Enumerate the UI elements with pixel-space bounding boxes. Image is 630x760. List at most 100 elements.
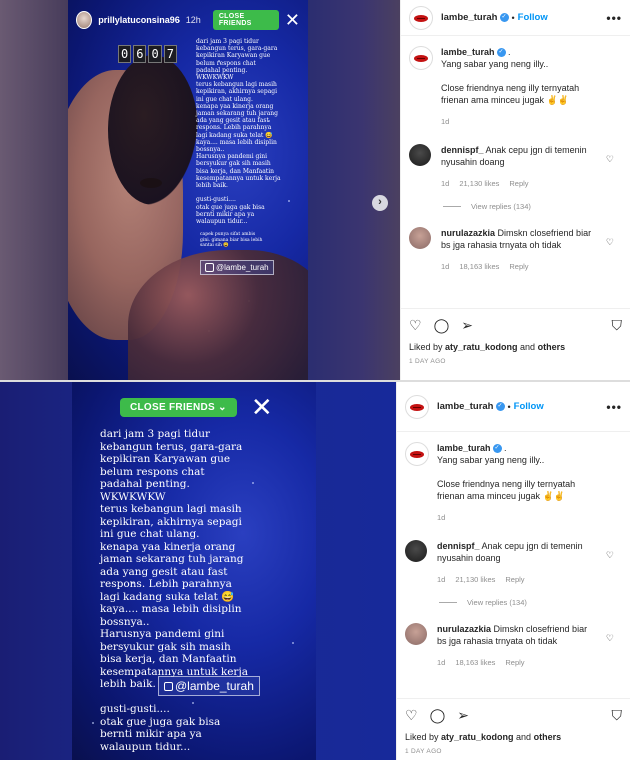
action-row: ♡ ◯ ➢ ⛉	[405, 707, 622, 724]
caption-avatar[interactable]	[409, 46, 433, 70]
caption-avatar[interactable]	[405, 442, 429, 466]
reply-button[interactable]: Reply	[509, 178, 528, 190]
story-avatar[interactable]	[76, 11, 93, 29]
story-small-text: capek punya sifat ambis gini. gimana bia…	[200, 232, 263, 248]
account-avatar[interactable]	[409, 5, 433, 30]
close-friends-badge[interactable]: CLOSE FRIENDS ⌄	[120, 397, 237, 417]
story-username[interactable]: prillylatuconsina96	[98, 15, 180, 25]
comment-age: 1d	[441, 262, 450, 271]
caption-line: Close friendnya neng illy ternyatah	[441, 83, 580, 93]
commenter-username[interactable]: dennispf_	[437, 541, 480, 551]
commenter-avatar[interactable]	[405, 540, 427, 562]
comment-icon[interactable]: ◯	[430, 707, 446, 724]
comment-like-icon[interactable]: ♡	[606, 154, 614, 165]
instagram-icon	[205, 263, 214, 273]
story-blur-right	[305, 0, 400, 380]
caption-body: lambe_turah ✓ . Yang sabar yang neng illy…	[441, 46, 579, 128]
view-replies-button[interactable]: View replies (134)	[401, 190, 630, 211]
caption-line: Close friendnya neng illy ternyatah	[437, 479, 576, 489]
close-friends-badge[interactable]: CLOSE FRIENDS	[212, 10, 279, 30]
commenter-username[interactable]: nurulazazkia	[437, 624, 491, 634]
comment-like-icon[interactable]: ♡	[606, 237, 614, 248]
next-story-button[interactable]: ›	[372, 195, 388, 211]
view-replies-button[interactable]: View replies (134)	[397, 586, 630, 607]
watermark-text: @lambe_turah	[216, 263, 269, 272]
liked-others[interactable]: others	[538, 342, 566, 352]
account-username[interactable]: lambe_turah	[441, 12, 498, 23]
story-time: 12h	[185, 15, 201, 25]
caption-age: 1d	[437, 513, 446, 522]
view-replies-label[interactable]: View replies (134)	[471, 202, 531, 211]
share-icon[interactable]: ➢	[457, 707, 469, 724]
person-eye-image	[140, 178, 162, 188]
liked-user[interactable]: aty_ratu_kodong	[445, 342, 518, 352]
commenter-avatar[interactable]	[405, 623, 427, 645]
story-card[interactable]: CLOSE FRIENDS ⌄ ✕ dari jam 3 pagi tidur …	[72, 382, 316, 760]
reply-button[interactable]: Reply	[505, 574, 524, 586]
story-text: dari jam 3 pagi tidur kebangun terus, ga…	[196, 38, 281, 226]
caption-gap	[437, 466, 575, 478]
like-icon[interactable]: ♡	[409, 317, 422, 334]
instagram-icon	[164, 682, 173, 692]
post-actions: ♡ ◯ ➢ ⛉ Liked by aty_ratu_kodong and oth…	[401, 308, 630, 365]
comment-item: nurulazazkia Dimskn closefriend biar bs …	[397, 607, 630, 669]
watermark: @lambe_turah	[158, 676, 260, 696]
story-blur-left	[0, 0, 70, 380]
comment-likes[interactable]: 21,130 likes	[455, 574, 495, 586]
commenter-avatar[interactable]	[409, 227, 431, 249]
comment-age: 1d	[437, 658, 446, 667]
close-icon[interactable]: ✕	[251, 394, 273, 420]
caption-line: Yang sabar yang neng illy..	[441, 59, 549, 69]
clock-sticker: 0 6 0 7	[118, 45, 177, 63]
post-actions: ♡ ◯ ➢ ⛉ Liked by aty_ratu_kodong and oth…	[397, 698, 630, 755]
commenter-username[interactable]: dennispf_	[441, 145, 484, 155]
watermark-text: @lambe_turah	[175, 679, 254, 693]
comment-like-icon[interactable]: ♡	[606, 633, 614, 644]
post-age: 1 DAY AGO	[409, 358, 446, 365]
reply-button[interactable]: Reply	[509, 261, 528, 273]
story-header: prillylatuconsina96 12h CLOSE FRIENDS ✕	[76, 10, 300, 30]
caption-line: Yang sabar yang neng illy..	[437, 455, 545, 465]
story-header: CLOSE FRIENDS ⌄ ✕	[120, 394, 273, 420]
replies-divider	[439, 602, 457, 603]
caption-username[interactable]: lambe_turah	[441, 47, 495, 57]
more-options-icon[interactable]: •••	[606, 11, 622, 25]
bookmark-icon[interactable]: ⛉	[612, 707, 623, 724]
follow-button[interactable]: Follow	[514, 401, 544, 412]
reply-button[interactable]: Reply	[505, 657, 524, 669]
bookmark-icon[interactable]: ⛉	[612, 317, 623, 334]
commenter-username[interactable]: nurulazazkia	[441, 228, 495, 238]
liked-user[interactable]: aty_ratu_kodong	[441, 732, 514, 742]
post-sidebar: lambe_turah ✓ • Follow ••• lambe_turah ✓ …	[396, 382, 630, 760]
story-card[interactable]: prillylatuconsina96 12h CLOSE FRIENDS ✕ …	[68, 0, 308, 380]
account-username[interactable]: lambe_turah	[437, 401, 494, 412]
liked-prefix: Liked by	[409, 342, 446, 352]
like-icon[interactable]: ♡	[405, 707, 418, 724]
comment-age: 1d	[437, 575, 446, 584]
view-replies-label[interactable]: View replies (134)	[467, 598, 527, 607]
story-viewer: CLOSE FRIENDS ⌄ ✕ dari jam 3 pagi tidur …	[0, 382, 396, 760]
comment-body: nurulazazkia Dimskn closefriend biar bs …	[437, 623, 597, 669]
comment-item: dennispf_ Anak cepu jgn di temenin nyusa…	[397, 524, 630, 586]
replies-divider	[443, 206, 461, 207]
comment-likes[interactable]: 21,130 likes	[459, 178, 499, 190]
commenter-avatar[interactable]	[409, 144, 431, 166]
follow-button[interactable]: Follow	[518, 12, 548, 23]
account-avatar[interactable]	[405, 394, 429, 419]
comment-likes[interactable]: 18,163 likes	[459, 261, 499, 273]
close-icon[interactable]: ✕	[285, 11, 300, 29]
comment-meta: 1d 18,163 likes Reply	[437, 657, 597, 669]
liked-by: Liked by aty_ratu_kodong and others	[409, 342, 622, 352]
clock-digit: 0	[118, 45, 132, 63]
caption-username[interactable]: lambe_turah	[437, 443, 491, 453]
post-header: lambe_turah ✓ • Follow •••	[401, 0, 630, 36]
caption-body: lambe_turah ✓ . Yang sabar yang neng illy…	[437, 442, 575, 524]
more-options-icon[interactable]: •••	[606, 400, 622, 414]
liked-others[interactable]: others	[534, 732, 562, 742]
comment-icon[interactable]: ◯	[434, 317, 450, 334]
comment-likes[interactable]: 18,163 likes	[455, 657, 495, 669]
post-header: lambe_turah ✓ • Follow •••	[397, 382, 630, 432]
comment-like-icon[interactable]: ♡	[606, 550, 614, 561]
share-icon[interactable]: ➢	[461, 317, 473, 334]
separator-dot: •	[511, 12, 515, 23]
